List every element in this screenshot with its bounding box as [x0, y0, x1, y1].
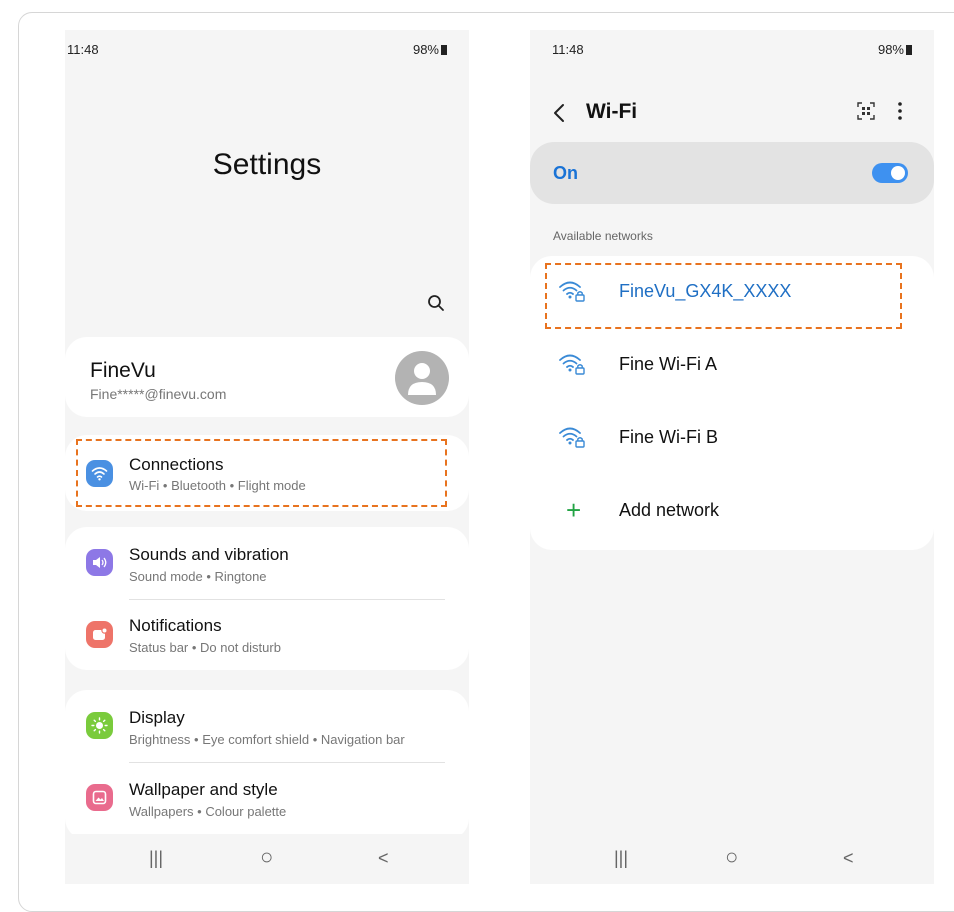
- item-subtitle: Wallpapers • Colour palette: [129, 804, 287, 819]
- battery-icon: [441, 45, 447, 55]
- add-network-button[interactable]: + Add network: [530, 475, 934, 547]
- add-network-label: Add network: [619, 500, 720, 520]
- toggle-knob: [891, 166, 905, 180]
- wifi-toggle-switch[interactable]: [872, 163, 908, 183]
- avatar[interactable]: [395, 351, 449, 405]
- item-title: Sounds and vibration: [129, 545, 289, 564]
- settings-item-wallpaper[interactable]: Wallpaper and style Wallpapers • Colour …: [65, 762, 469, 832]
- toggle-label: On: [553, 163, 578, 183]
- search-icon[interactable]: [427, 294, 445, 312]
- status-time: 11:48: [67, 42, 99, 57]
- account-name: FineVu: [90, 359, 156, 382]
- network-item[interactable]: Fine Wi-Fi B: [530, 402, 934, 474]
- item-subtitle: Status bar • Do not disturb: [129, 640, 281, 655]
- settings-item-sounds[interactable]: Sounds and vibration Sound mode • Ringto…: [65, 527, 469, 597]
- item-subtitle: Brightness • Eye comfort shield • Naviga…: [129, 732, 405, 747]
- wifi-screen: 11:48 98% Wi-Fi On Available networks Fi…: [530, 30, 934, 884]
- network-name: Fine Wi-Fi A: [619, 354, 718, 374]
- settings-screen: 11:48 98% Settings FineVu Fine*****@fine…: [65, 30, 469, 884]
- navigation-bar: ||| ○ <: [65, 834, 469, 884]
- status-time: 11:48: [552, 42, 584, 57]
- home-button[interactable]: ○: [725, 844, 738, 870]
- speaker-icon: [86, 549, 113, 576]
- recents-button[interactable]: |||: [614, 848, 628, 869]
- wallpaper-icon: [86, 784, 113, 811]
- sun-icon: [86, 712, 113, 739]
- home-button[interactable]: ○: [260, 844, 273, 870]
- page-title: Settings: [212, 148, 322, 181]
- wifi-lock-icon: [559, 354, 585, 375]
- back-nav-button[interactable]: <: [378, 848, 389, 869]
- item-subtitle: Sound mode • Ringtone: [129, 569, 267, 584]
- item-title: Notifications: [129, 616, 222, 635]
- battery-icon: [906, 45, 912, 55]
- item-title: Wallpaper and style: [129, 780, 278, 799]
- battery-level: 98%: [412, 42, 439, 57]
- status-battery: 98%: [878, 42, 912, 57]
- back-arrow-icon[interactable]: [552, 102, 566, 124]
- settings-item-display[interactable]: Display Brightness • Eye comfort shield …: [65, 690, 469, 760]
- account-email: Fine*****@finevu.com: [90, 386, 227, 402]
- status-battery: 98%: [413, 42, 447, 57]
- plus-icon: +: [566, 495, 582, 525]
- notification-icon: [86, 621, 113, 648]
- network-item[interactable]: Fine Wi-Fi A: [530, 329, 934, 401]
- navigation-bar: ||| ○ <: [530, 834, 934, 884]
- status-bar: 11:48 98%: [530, 42, 934, 58]
- item-title: Display: [129, 708, 185, 727]
- highlight-network: [545, 263, 902, 329]
- section-label: Available networks: [553, 229, 653, 243]
- qr-scan-icon[interactable]: [857, 101, 875, 121]
- sounds-notifications-card: Sounds and vibration Sound mode • Ringto…: [65, 527, 469, 670]
- wifi-master-toggle-row[interactable]: On: [530, 142, 934, 204]
- recents-button[interactable]: |||: [149, 848, 163, 869]
- person-icon: [408, 363, 436, 395]
- highlight-connections: [76, 439, 447, 507]
- back-nav-button[interactable]: <: [843, 848, 854, 869]
- settings-item-notifications[interactable]: Notifications Status bar • Do not distur…: [65, 599, 469, 669]
- status-bar: 11:48 98%: [65, 42, 469, 58]
- wifi-lock-icon: [559, 427, 585, 448]
- battery-level: 98%: [877, 42, 904, 57]
- network-name: Fine Wi-Fi B: [619, 427, 718, 447]
- display-wallpaper-card: Display Brightness • Eye comfort shield …: [65, 690, 469, 840]
- account-card[interactable]: FineVu Fine*****@finevu.com: [65, 337, 469, 417]
- more-options-icon[interactable]: [894, 100, 906, 122]
- page-title: Wi-Fi: [586, 100, 638, 123]
